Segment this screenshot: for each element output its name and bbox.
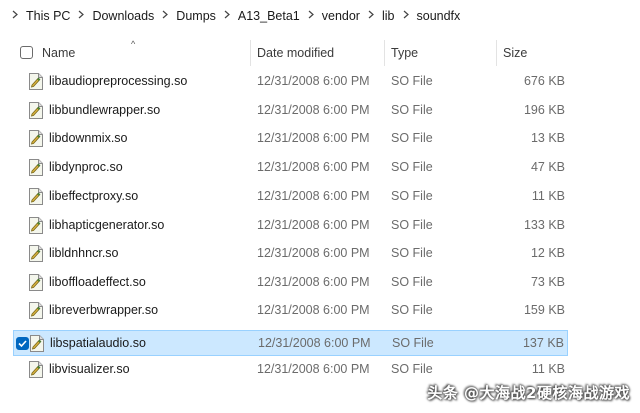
column-divider[interactable] (384, 40, 385, 66)
file-size: 196 KB (523, 103, 565, 117)
file-size: 73 KB (530, 275, 565, 289)
file-size: 11 KB (531, 189, 565, 203)
breadcrumb-item[interactable]: Downloads (92, 9, 154, 23)
column-header-date[interactable]: Date modified (257, 38, 382, 68)
file-name: libhapticgenerator.so (49, 218, 165, 232)
file-row[interactable]: libspatialaudio.so 12/31/2008 6:00 PM SO F… (13, 330, 568, 356)
file-name: libdynproc.so (49, 160, 123, 174)
file-row[interactable]: libhapticgenerator.so 12/31/2008 6:00 PM S… (13, 213, 568, 239)
file-type: SO File (392, 336, 434, 350)
file-date-modified: 12/31/2008 6:00 PM (258, 336, 371, 350)
so-file-icon (28, 361, 44, 378)
file-type: SO File (391, 246, 433, 260)
file-type: SO File (391, 160, 433, 174)
file-type: SO File (391, 189, 433, 203)
so-file-icon (28, 102, 44, 119)
chevron-right-icon[interactable] (300, 10, 322, 22)
file-type: SO File (391, 131, 433, 145)
breadcrumb-item[interactable]: vendor (322, 9, 360, 23)
so-file-icon (28, 130, 44, 147)
file-row[interactable]: liboffloadeffect.so 12/31/2008 6:00 PM SO … (13, 270, 568, 296)
column-header-type[interactable]: Type (391, 38, 491, 68)
breadcrumb-item[interactable]: Dumps (176, 9, 216, 23)
so-file-icon (28, 159, 44, 176)
column-header-name[interactable]: Name (42, 38, 242, 68)
breadcrumb-item[interactable]: lib (382, 9, 395, 23)
file-date-modified: 12/31/2008 6:00 PM (257, 218, 370, 232)
chevron-right-icon[interactable] (4, 10, 26, 22)
chevron-right-icon[interactable] (216, 10, 238, 22)
file-name: libvisualizer.so (49, 362, 130, 376)
breadcrumb-item[interactable]: A13_Beta1 (238, 9, 300, 23)
chevron-right-icon[interactable] (154, 10, 176, 22)
so-file-icon (28, 188, 44, 205)
file-date-modified: 12/31/2008 6:00 PM (257, 246, 370, 260)
file-size: 11 KB (531, 362, 565, 376)
file-date-modified: 12/31/2008 6:00 PM (257, 160, 370, 174)
column-divider[interactable] (250, 40, 251, 66)
file-date-modified: 12/31/2008 6:00 PM (257, 303, 370, 317)
file-row[interactable]: libaudiopreprocessing.so 12/31/2008 6:00 … (13, 69, 568, 95)
column-divider[interactable] (496, 40, 497, 66)
file-name: libdownmix.so (49, 131, 128, 145)
file-size: 13 KB (530, 131, 565, 145)
file-row[interactable]: libdownmix.so 12/31/2008 6:00 PM SO File 13… (13, 126, 568, 152)
column-header-size[interactable]: Size (503, 38, 573, 68)
file-type: SO File (391, 362, 433, 376)
so-file-icon (28, 274, 44, 291)
row-checkbox[interactable] (16, 337, 29, 350)
file-name: libspatialaudio.so (50, 336, 146, 350)
file-type: SO File (391, 275, 433, 289)
file-size: 47 KB (530, 160, 565, 174)
file-size: 133 KB (523, 218, 565, 232)
file-date-modified: 12/31/2008 6:00 PM (257, 275, 370, 289)
watermark: 头条 @大海战2硬核海战游戏 (427, 384, 630, 402)
file-row[interactable]: libdynproc.so 12/31/2008 6:00 PM SO File 47… (13, 155, 568, 181)
file-type: SO File (391, 218, 433, 232)
file-size: 137 KB (522, 336, 564, 350)
so-file-icon (28, 302, 44, 319)
file-row[interactable]: libbundlewrapper.so 12/31/2008 6:00 PM SO … (13, 98, 568, 124)
file-row[interactable]: libeffectproxy.so 12/31/2008 6:00 PM SO Fi… (13, 184, 568, 210)
file-type: SO File (391, 103, 433, 117)
file-size: 159 KB (523, 303, 565, 317)
file-row[interactable]: libreverbwrapper.so 12/31/2008 6:00 PM SO … (13, 298, 568, 324)
chevron-right-icon[interactable] (395, 10, 417, 22)
file-type: SO File (391, 303, 433, 317)
file-name: liboffloadeffect.so (49, 275, 146, 289)
file-name: libldnhncr.so (49, 246, 119, 260)
file-name: libeffectproxy.so (49, 189, 139, 203)
file-date-modified: 12/31/2008 6:00 PM (257, 103, 370, 117)
file-date-modified: 12/31/2008 6:00 PM (257, 189, 370, 203)
column-header-size-label: Size (503, 46, 528, 60)
file-explorer: This PC Downloads Dumps A13_Beta1 vendor lib s… (0, 0, 640, 413)
chevron-right-icon[interactable] (360, 10, 382, 22)
file-name: libreverbwrapper.so (49, 303, 159, 317)
file-type: SO File (391, 74, 433, 88)
file-row[interactable]: libvisualizer.so 12/31/2008 6:00 PM SO Fil… (13, 357, 568, 383)
so-file-icon (28, 73, 44, 90)
column-header: ^ Name Date modified Type Size (0, 38, 640, 68)
file-size: 676 KB (523, 74, 565, 88)
column-header-date-label: Date modified (257, 46, 335, 60)
file-row[interactable]: libldnhncr.so 12/31/2008 6:00 PM SO File 12… (13, 241, 568, 267)
file-date-modified: 12/31/2008 6:00 PM (257, 131, 370, 145)
file-date-modified: 12/31/2008 6:00 PM (257, 74, 370, 88)
breadcrumb-item[interactable]: This PC (26, 9, 70, 23)
so-file-icon (29, 335, 45, 352)
file-name: libaudiopreprocessing.so (49, 74, 188, 88)
breadcrumb[interactable]: This PC Downloads Dumps A13_Beta1 vendor lib s… (0, 0, 640, 32)
file-name: libbundlewrapper.so (49, 103, 161, 117)
select-all-checkbox[interactable] (20, 46, 33, 59)
so-file-icon (28, 217, 44, 234)
breadcrumb-item[interactable]: soundfx (417, 9, 461, 23)
column-header-type-label: Type (391, 46, 419, 60)
file-date-modified: 12/31/2008 6:00 PM (257, 362, 370, 376)
column-header-name-label: Name (42, 46, 76, 60)
chevron-right-icon[interactable] (70, 10, 92, 22)
file-size: 12 KB (530, 246, 565, 260)
so-file-icon (28, 245, 44, 262)
